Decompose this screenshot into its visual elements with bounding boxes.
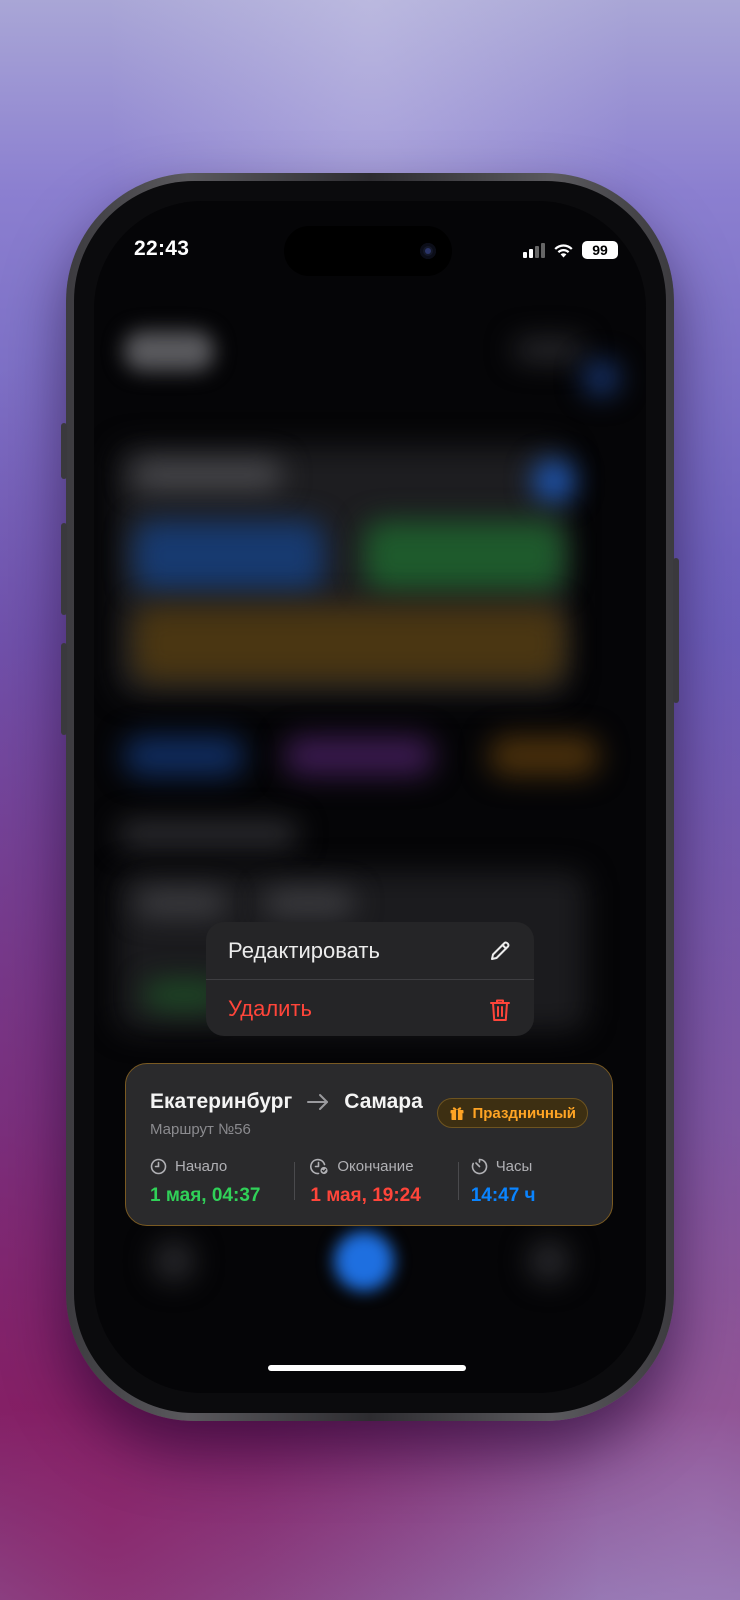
route-number: Маршрут №56 — [150, 1121, 251, 1138]
blurred-list-text-1 — [136, 891, 226, 915]
trash-icon — [488, 997, 512, 1021]
stat-value: 1 мая, 19:24 — [310, 1185, 421, 1206]
blurred-pill-purple — [284, 736, 434, 776]
blurred-header-icon — [584, 361, 618, 395]
blurred-header-action — [514, 339, 584, 361]
status-bar: 22:43 99 — [94, 201, 646, 276]
blurred-tile-blue — [134, 521, 324, 591]
route-to: Самара — [344, 1090, 423, 1113]
blurred-tab-1 — [154, 1241, 194, 1281]
blurred-tab-center — [334, 1231, 394, 1291]
stat-label: Начало — [175, 1158, 228, 1175]
blurred-tab-3 — [529, 1241, 569, 1281]
pencil-icon — [488, 939, 512, 963]
blurred-tile-orange — [134, 606, 564, 681]
route-title: Екатеринбург Самара — [150, 1090, 423, 1114]
home-indicator[interactable] — [268, 1365, 466, 1371]
blurred-list-text-2 — [264, 891, 354, 915]
blurred-card-button — [534, 461, 574, 501]
camera-icon — [420, 243, 436, 259]
blurred-pill-blue — [124, 736, 244, 776]
phone-frame: 22:43 99 Редактировать Удалить Екатеринб… — [61, 173, 679, 1421]
stat-end: Окончание 1 мая, 19:24 — [310, 1158, 470, 1207]
context-menu: Редактировать Удалить — [206, 922, 534, 1036]
timer-icon — [471, 1158, 487, 1175]
route-from: Екатеринбург — [150, 1090, 293, 1113]
volume-down-button — [61, 643, 67, 735]
blurred-section-header — [118, 821, 298, 847]
dynamic-island — [284, 226, 452, 276]
route-stats: Начало 1 мая, 04:37 Окончание 1 мая, 19:… — [150, 1158, 588, 1207]
stat-hours: Часы 14:47 ч — [471, 1158, 588, 1207]
blurred-tile-green — [364, 521, 564, 591]
menu-item-label: Редактировать — [228, 937, 380, 963]
clock-icon — [150, 1158, 167, 1175]
holiday-badge: Праздничный — [437, 1098, 588, 1128]
arrow-right-icon — [307, 1094, 329, 1110]
screen: 22:43 99 Редактировать Удалить Екатеринб… — [94, 201, 646, 1393]
blurred-pill-orange — [489, 736, 599, 776]
stat-value: 1 мая, 04:37 — [150, 1185, 261, 1206]
power-button — [673, 558, 679, 703]
status-icons: 99 — [523, 241, 618, 259]
menu-item-label: Удалить — [228, 995, 312, 1021]
blurred-title — [124, 331, 214, 371]
stat-label: Окончание — [337, 1158, 414, 1175]
battery-indicator: 99 — [582, 241, 618, 259]
volume-up-button — [61, 523, 67, 615]
wifi-icon — [554, 244, 573, 258]
menu-item-edit[interactable]: Редактировать — [206, 922, 534, 979]
badge-label: Праздничный — [472, 1104, 576, 1122]
menu-item-delete[interactable]: Удалить — [206, 979, 534, 1036]
cellular-signal-icon — [523, 242, 545, 258]
route-card[interactable]: Екатеринбург Самара Праздничный Маршрут … — [125, 1063, 613, 1226]
gift-icon — [450, 1107, 464, 1120]
status-time: 22:43 — [134, 237, 190, 260]
action-button — [61, 423, 67, 479]
stat-label: Часы — [495, 1158, 533, 1175]
blurred-card-title — [132, 461, 282, 489]
stat-value: 14:47 ч — [470, 1185, 536, 1206]
bezel: 22:43 99 Редактировать Удалить Екатеринб… — [74, 181, 666, 1413]
clock-check-icon — [310, 1158, 328, 1175]
stat-start: Начало 1 мая, 04:37 — [150, 1158, 310, 1207]
